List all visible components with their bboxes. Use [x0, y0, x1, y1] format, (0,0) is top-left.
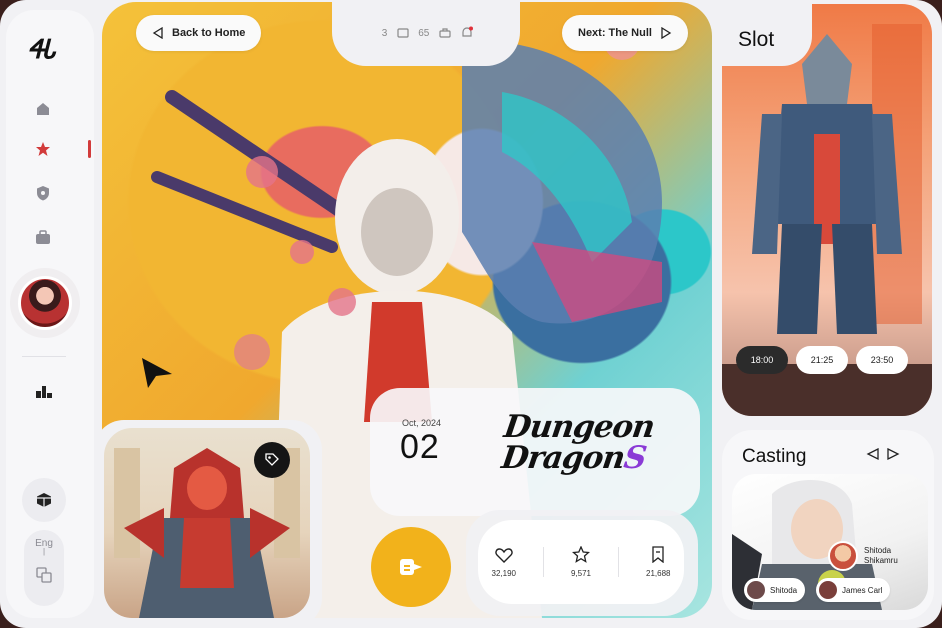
profile-card[interactable]	[10, 268, 80, 338]
back-to-home-button[interactable]: Back to Home	[136, 15, 262, 51]
prev-arrow-icon[interactable]	[866, 447, 880, 461]
casting-nav	[866, 447, 900, 461]
saves-count: 21,688	[646, 569, 671, 578]
bag-icon	[439, 28, 451, 38]
home-icon[interactable]	[34, 100, 52, 118]
cast-chip[interactable]: James Carl	[816, 578, 891, 602]
translate-icon	[36, 567, 52, 583]
back-label: Back to Home	[172, 27, 246, 39]
time-chip[interactable]: 23:50	[856, 346, 908, 374]
stars-count: 9,571	[570, 569, 591, 578]
play-button[interactable]	[371, 527, 451, 607]
bookmark-icon	[652, 546, 664, 563]
featured-name-2: Shikamru	[864, 556, 898, 565]
stat-separator	[542, 547, 544, 577]
cast-name: Shitoda	[770, 585, 798, 595]
date-day: 02	[400, 428, 440, 466]
app-frame: ᏎᏓ Eng | 3 65 Back to Home Next: The Nul…	[0, 0, 942, 628]
time-chip[interactable]: 21:25	[796, 346, 848, 374]
featured-cast-name: Shitoda Shikamru	[864, 546, 898, 565]
next-label: Next: The Null	[578, 27, 652, 39]
likes-stat[interactable]: 32,190	[492, 547, 516, 578]
next-button[interactable]: Next: The Null	[562, 15, 688, 51]
shield-icon[interactable]	[34, 184, 52, 202]
logo[interactable]: ᏎᏓ	[28, 34, 56, 66]
cast-chip[interactable]: Shitoda	[744, 578, 806, 602]
briefcase-icon[interactable]	[34, 228, 52, 246]
sidebar-divider	[22, 356, 66, 357]
cursor-arrow-icon	[142, 358, 172, 388]
bell-icon[interactable]	[460, 26, 474, 40]
likes-count: 32,190	[491, 568, 516, 578]
star-icon[interactable]	[34, 140, 52, 158]
slot-title: Slot	[738, 28, 775, 51]
cube-icon	[37, 493, 51, 507]
title-mark: S	[621, 440, 649, 476]
cast-name: James Carl	[842, 585, 883, 595]
featured-cast-tag[interactable]: Shitoda Shikamru	[828, 536, 928, 576]
title-line-2: Dragon	[499, 440, 627, 476]
arrow-right-icon	[661, 27, 672, 39]
cast-avatar	[747, 581, 765, 599]
tag-icon	[265, 453, 279, 466]
active-nav-indicator	[88, 140, 91, 158]
saves-stat[interactable]: 21,688	[646, 546, 670, 578]
cast-avatar	[828, 541, 858, 571]
tag-button[interactable]	[254, 442, 290, 478]
casting-title: Casting	[742, 446, 807, 467]
caret-icon: |	[42, 547, 46, 556]
feature-title: Dungeon DragonS	[498, 409, 677, 476]
title-line-2-wrap: DragonS	[499, 440, 672, 476]
ticket-icon	[400, 559, 422, 575]
avatar[interactable]	[18, 276, 72, 330]
stat-b: 65	[418, 27, 430, 39]
date-month-year: Oct, 2024	[402, 418, 442, 428]
stars-stat[interactable]: 9,571	[571, 546, 591, 578]
arrow-left-icon	[152, 27, 163, 39]
stat-separator	[618, 547, 619, 577]
screen-icon	[397, 28, 409, 38]
cast-avatar	[819, 581, 837, 599]
stat-a: 3	[381, 27, 388, 39]
status-pill: 3 65	[367, 14, 489, 52]
featured-name-1: Shitoda	[864, 546, 892, 556]
time-chip[interactable]: 18:00	[736, 346, 788, 374]
podium-icon[interactable]	[35, 382, 53, 398]
heart-icon	[495, 547, 513, 563]
next-arrow-icon[interactable]	[886, 447, 900, 461]
cube-button[interactable]	[22, 478, 66, 522]
stats-panel: 32,190 9,571 21,688	[478, 520, 684, 604]
language-selector[interactable]: Eng |	[24, 530, 64, 606]
star-outline-icon	[571, 546, 590, 563]
